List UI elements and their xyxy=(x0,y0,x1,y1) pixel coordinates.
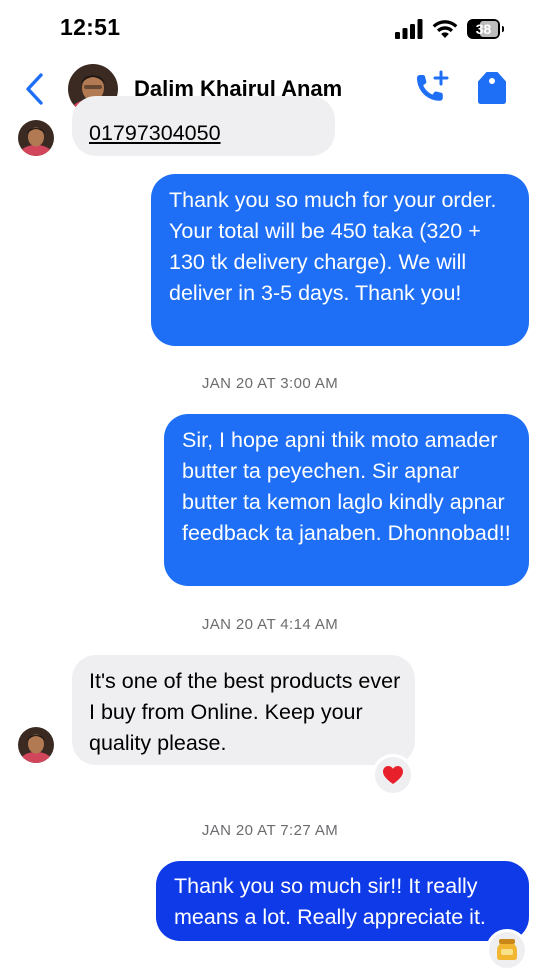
honey-jar-icon xyxy=(497,939,517,960)
status-time: 12:51 xyxy=(60,14,121,40)
message-timestamp: JAN 20 AT 7:27 AM xyxy=(201,822,339,839)
back-chevron-icon[interactable] xyxy=(22,72,48,106)
message-timestamp: JAN 20 AT 4:14 AM xyxy=(201,616,339,633)
sender-avatar[interactable] xyxy=(18,120,54,156)
phone-number-link[interactable]: 01797304050 xyxy=(89,121,221,145)
message-text: Thank you so much for your order. Your t… xyxy=(169,188,497,305)
message-text: Sir, I hope apni thik moto amader butter… xyxy=(182,428,511,545)
outgoing-message-bubble[interactable]: Thank you so much sir!! It really means … xyxy=(156,861,529,941)
battery-level: 38 xyxy=(475,21,492,37)
message-timestamp: JAN 20 AT 3:00 AM xyxy=(201,375,339,392)
cellular-signal-icon xyxy=(395,19,423,39)
honey-jar-reaction-badge[interactable] xyxy=(486,929,528,971)
add-call-icon[interactable] xyxy=(412,70,450,106)
status-icons: 38 xyxy=(395,16,504,42)
outgoing-message-bubble[interactable]: Thank you so much for your order. Your t… xyxy=(151,174,529,346)
battery-icon: 38 xyxy=(467,19,504,39)
incoming-message-bubble[interactable]: It's one of the best products ever I buy… xyxy=(72,655,415,765)
outgoing-message-bubble[interactable]: Sir, I hope apni thik moto amader butter… xyxy=(164,414,529,586)
incoming-message-bubble[interactable]: 01797304050 xyxy=(72,96,335,156)
heart-reaction-badge[interactable] xyxy=(372,754,414,796)
wifi-icon xyxy=(432,20,458,38)
tag-icon[interactable] xyxy=(477,70,507,106)
heart-icon xyxy=(383,766,403,784)
message-text: Thank you so much sir!! It really means … xyxy=(174,874,486,929)
message-text: It's one of the best products ever I buy… xyxy=(89,669,401,755)
status-bar: 12:51 38 xyxy=(0,0,540,58)
sender-avatar[interactable] xyxy=(18,727,54,763)
